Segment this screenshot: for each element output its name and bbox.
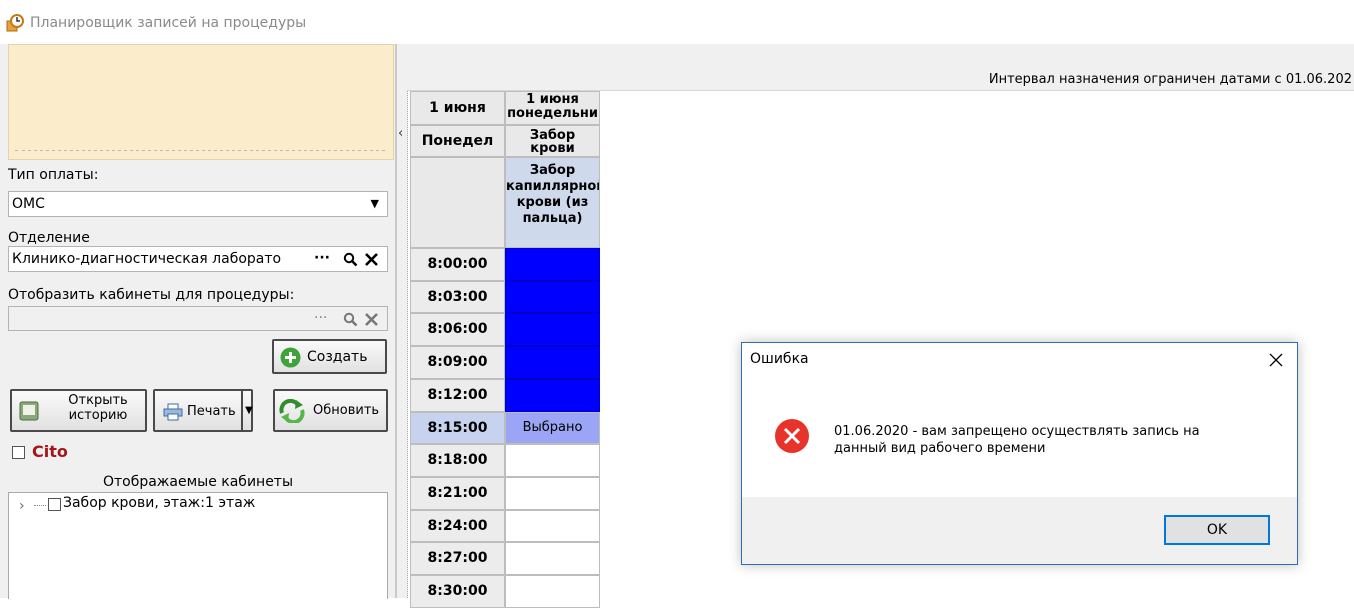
interval-notice: Интервал назначения ограничен датами с 0… (988, 72, 1352, 87)
time-cell: 8:09:00 (410, 346, 505, 379)
create-button[interactable]: Создать (272, 339, 387, 374)
time-cell: 8:21:00 (410, 477, 505, 510)
slot-busy[interactable] (505, 281, 600, 313)
displayed-cabinets-header: Отображаемые кабинеты (102, 474, 294, 490)
history-book-icon (19, 401, 39, 421)
tree-connector (34, 505, 46, 506)
search-icon[interactable] (343, 312, 358, 327)
left-panel: Тип оплаты: ОМС ▼ Отделение Клинико-диаг… (0, 44, 396, 599)
cabinets-for-procedure-label: Отобразить кабинеты для процедуры: (8, 287, 295, 303)
time-cell: 8:06:00 (410, 313, 505, 346)
time-cell: 8:12:00 (410, 379, 505, 412)
time-cell: 8:27:00 (410, 542, 505, 575)
search-icon[interactable] (343, 252, 358, 267)
time-cell: 8:24:00 (410, 510, 505, 542)
procedure-date-header: 1 июня понедельни (505, 91, 600, 125)
ellipsis-button[interactable]: ··· (314, 250, 330, 266)
time-cell: 8:00:00 (410, 248, 505, 281)
window-title: Планировщик записей на процедуры (30, 15, 307, 31)
dialog-message-line2: данный вид рабочего времени (834, 441, 1046, 456)
time-cell: 8:03:00 (410, 281, 505, 313)
cabinet-checkbox[interactable] (48, 498, 61, 511)
error-dialog: Ошибка 01.06.2020 - вам запрещено осущес… (741, 342, 1298, 565)
print-dropdown-arrow-icon[interactable]: ▼ (241, 391, 255, 430)
refresh-icon (279, 399, 305, 423)
clear-icon[interactable] (364, 312, 379, 327)
app-clock-icon (6, 14, 24, 32)
time-cell: 8:30:00 (410, 575, 505, 608)
slot-free[interactable] (505, 575, 600, 608)
slot-busy[interactable] (505, 379, 600, 412)
department-value: Клинико-диагностическая лаборато (12, 251, 282, 267)
error-icon (775, 419, 809, 453)
refresh-button-label: Обновить (313, 403, 380, 418)
slot-selected[interactable]: Выбрано (505, 412, 600, 444)
time-cell: 8:15:00 (410, 412, 505, 444)
dialog-message-line1: 01.06.2020 - вам запрещено осуществлять … (834, 424, 1200, 439)
time-cell: 8:18:00 (410, 444, 505, 477)
department-label: Отделение (8, 230, 90, 246)
collapse-chevron-icon[interactable]: ‹ (398, 126, 403, 141)
ellipsis-button-disabled[interactable]: ··· (314, 310, 327, 326)
print-button-label: Печать (187, 404, 236, 419)
payment-type-value: ОМС (12, 196, 45, 212)
printer-icon (163, 403, 183, 421)
procedure-field[interactable]: ··· (8, 306, 388, 331)
tree-expand-icon[interactable]: › (19, 498, 25, 514)
weekday-column-header: Понедел (410, 125, 505, 157)
slot-free[interactable] (505, 542, 600, 575)
cabinets-tree: › Забор крови, этаж:1 этаж (8, 492, 388, 599)
cabinet-item-label[interactable]: Забор крови, этаж:1 этаж (63, 495, 255, 511)
print-button[interactable]: Печать ▼ (153, 389, 253, 432)
cito-label: Cito (32, 442, 68, 461)
slot-free[interactable] (505, 477, 600, 510)
refresh-button[interactable]: Обновить (273, 389, 388, 432)
department-field[interactable]: Клинико-диагностическая лаборато ··· (8, 246, 388, 272)
dialog-footer: OK (742, 497, 1297, 564)
dialog-message: 01.06.2020 - вам запрещено осуществлять … (834, 423, 1200, 457)
patient-info-overflow (9, 150, 393, 159)
title-bar: Планировщик записей на процедуры (0, 0, 1354, 44)
cito-checkbox[interactable] (12, 446, 25, 459)
slot-free[interactable] (505, 444, 600, 477)
patient-info-panel (8, 44, 394, 160)
dialog-body: 01.06.2020 - вам запрещено осуществлять … (742, 377, 1297, 497)
dropdown-arrow-icon[interactable]: ▼ (371, 197, 379, 210)
payment-type-select[interactable]: ОМС ▼ (8, 191, 388, 217)
clear-icon[interactable] (364, 252, 379, 267)
slot-busy[interactable] (505, 346, 600, 379)
procedure-short-header: Забор крови (505, 125, 600, 157)
empty-header-cell (410, 157, 505, 248)
slot-busy[interactable] (505, 313, 600, 346)
dialog-title-bar: Ошибка (742, 343, 1297, 377)
slot-busy[interactable] (505, 248, 600, 281)
procedure-full-header: Забор капиллярной крови (из пальца) (505, 157, 600, 248)
date-column-header: 1 июня (410, 91, 505, 125)
create-button-label: Создать (307, 349, 368, 365)
payment-type-label: Тип оплаты: (8, 167, 99, 183)
plus-icon (280, 347, 301, 368)
close-icon[interactable] (1269, 353, 1283, 367)
ok-button[interactable]: OK (1164, 515, 1270, 545)
slot-free[interactable] (505, 510, 600, 542)
info-bar: Интервал назначения ограничен датами с 0… (407, 44, 1354, 91)
open-history-label: Открыть историю (68, 393, 128, 423)
dialog-title: Ошибка (750, 351, 809, 367)
open-history-button[interactable]: Открыть историю (10, 389, 147, 432)
